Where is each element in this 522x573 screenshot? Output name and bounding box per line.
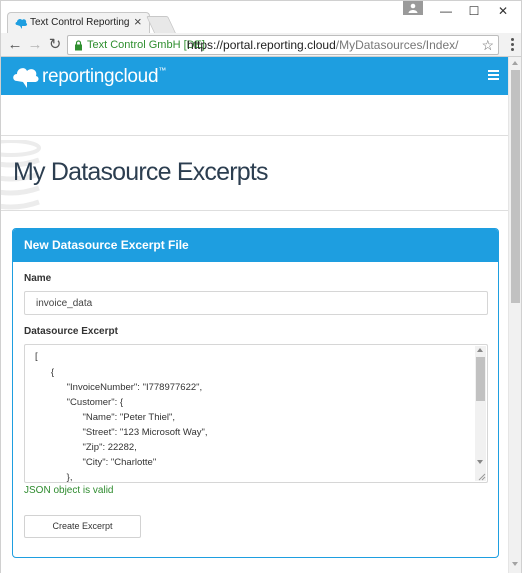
url-text[interactable]: https://portal.reporting.cloud/MyDatasou…: [187, 38, 458, 52]
name-label: Name: [24, 273, 52, 284]
maximize-button[interactable]: ☐: [460, 3, 488, 19]
page-scroll-up-icon[interactable]: [512, 61, 518, 65]
excerpt-textarea[interactable]: [ { "InvoiceNumber": "I778977622", "Cust…: [24, 344, 488, 483]
browser-menu-icon[interactable]: [506, 37, 518, 53]
new-excerpt-panel: New Datasource Excerpt File Name invoice…: [12, 228, 499, 558]
code-line: "Customer": {: [35, 397, 124, 408]
forward-button[interactable]: →: [26, 36, 44, 54]
create-excerpt-button[interactable]: Create Excerpt: [24, 515, 141, 538]
new-tab-button[interactable]: [146, 16, 176, 33]
validation-message: JSON object is valid: [24, 485, 114, 496]
name-input-value: invoice_data: [36, 298, 93, 309]
code-line: "Street": "123 Microsoft Way",: [35, 427, 208, 438]
tab-close-icon[interactable]: ×: [134, 15, 142, 29]
code-line: "Name": "Peter Thiel",: [35, 412, 176, 423]
reload-button[interactable]: ↻: [46, 36, 64, 54]
minimize-button[interactable]: —: [432, 3, 460, 19]
resize-grip-icon[interactable]: [477, 472, 486, 481]
brand-text: reportingcloud: [42, 66, 159, 87]
page-viewport: reportingcloud™ My Datasource Excerpts N…: [0, 57, 522, 573]
site-navbar: reportingcloud™: [1, 57, 508, 95]
back-button[interactable]: ←: [6, 36, 24, 54]
browser-toolbar: ← → ↻ Text Control GmbH [DE] https://por…: [0, 33, 522, 57]
scroll-up-arrow-icon[interactable]: [477, 348, 483, 352]
address-bar[interactable]: Text Control GmbH [DE] https://portal.re…: [67, 35, 499, 55]
code-line: "Zip": 22282,: [35, 442, 137, 453]
hamburger-menu-icon[interactable]: [488, 70, 499, 82]
reportingcloud-favicon-icon: [15, 18, 28, 29]
panel-heading: New Datasource Excerpt File: [13, 229, 498, 262]
textarea-scroll-thumb[interactable]: [476, 357, 485, 401]
url-path: /MyDatasources/Index/: [335, 38, 459, 52]
textarea-scrollbar[interactable]: [475, 346, 486, 481]
cloud-logo-icon: [13, 68, 39, 88]
user-icon: [408, 3, 418, 13]
name-input[interactable]: invoice_data: [24, 291, 488, 315]
page-scrollbar[interactable]: [508, 57, 521, 573]
lock-icon: [75, 40, 82, 51]
browser-titlebar: Text Control ReportingCl × — ☐ ✕: [0, 0, 522, 34]
bookmark-star-icon[interactable]: ☆: [481, 37, 494, 54]
profile-button[interactable]: [403, 1, 423, 15]
scroll-down-arrow-icon[interactable]: [477, 460, 483, 464]
panel-title: New Datasource Excerpt File: [24, 238, 189, 252]
brand-name: reportingcloud™: [42, 66, 166, 88]
url-host: https://portal.reporting.cloud: [187, 38, 336, 52]
page-header: My Datasource Excerpts: [1, 135, 508, 211]
code-line: [: [35, 351, 38, 362]
code-line: },: [35, 472, 73, 483]
tab-title: Text Control ReportingCl: [30, 17, 130, 28]
excerpt-label: Datasource Excerpt: [24, 326, 118, 337]
browser-tab[interactable]: Text Control ReportingCl ×: [7, 12, 150, 34]
code-line: "InvoiceNumber": "I778977622",: [35, 382, 203, 393]
page-title: My Datasource Excerpts: [13, 158, 269, 186]
page-scroll-thumb[interactable]: [511, 70, 520, 303]
code-line: {: [35, 367, 55, 378]
close-window-button[interactable]: ✕: [489, 3, 517, 19]
brand-trademark: ™: [158, 66, 166, 75]
page-scroll-down-icon[interactable]: [512, 562, 518, 566]
code-line: "City": "Charlotte": [35, 457, 157, 468]
